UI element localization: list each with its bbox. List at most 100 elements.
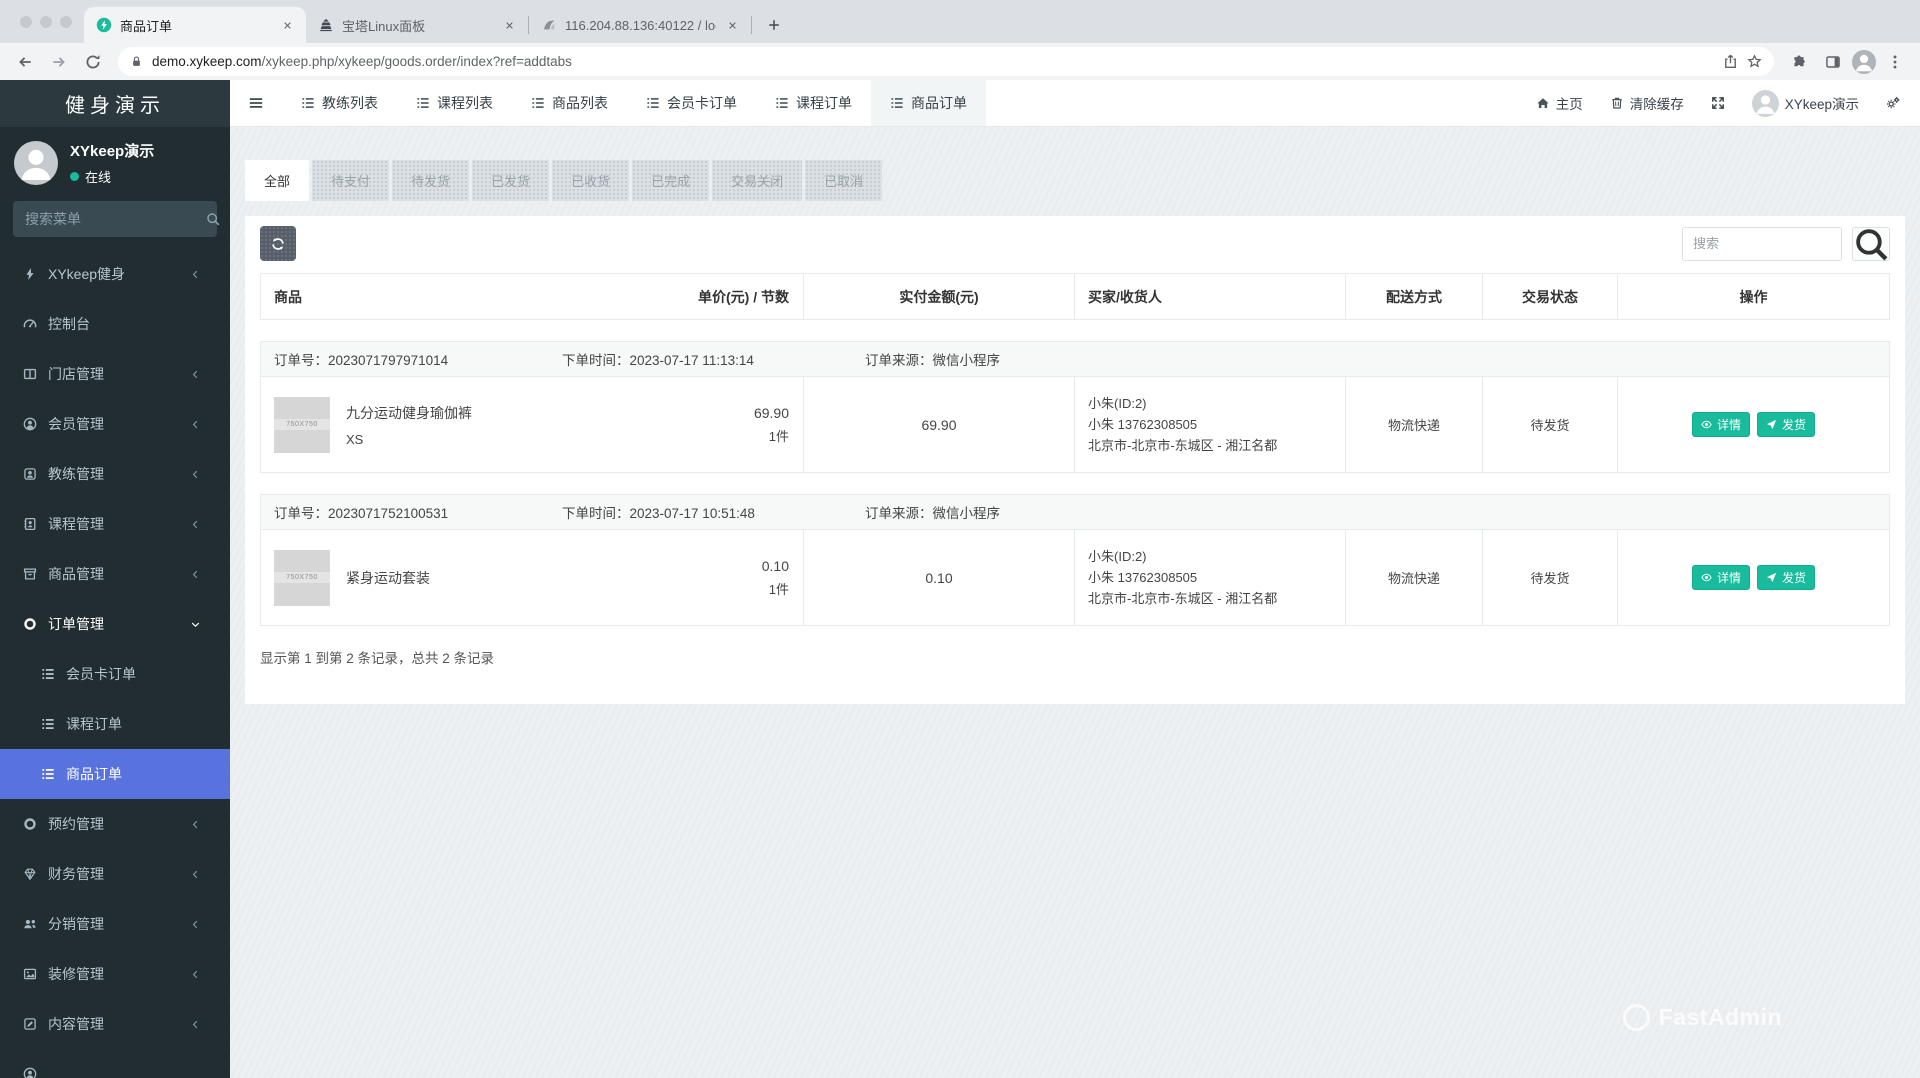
watermark-text: FastAdmin — [1659, 1004, 1782, 1031]
filter-tab-已收货[interactable]: 已收货 — [552, 160, 629, 201]
app-logo: 健身演示 — [0, 80, 230, 127]
buyer-cell: 小朱(ID:2)小朱 13762308505北京市-北京市-东城区 - 湘江名都 — [1074, 530, 1345, 625]
product-thumbnail: 750X750 — [274, 550, 330, 606]
sidebar-item-内容管理[interactable]: 内容管理 — [0, 999, 230, 1049]
list-icon — [40, 717, 55, 731]
sidebar-item-会员管理[interactable]: 会员管理 — [0, 399, 230, 449]
share-icon[interactable] — [1723, 54, 1738, 69]
ship-button[interactable]: 发货 — [1757, 565, 1815, 590]
browser-tab[interactable]: 116.204.88.136:40122 / localh — [529, 7, 751, 43]
browser-toolbar: demo.xykeep.com/xykeep.php/xykeep/goods.… — [0, 43, 1920, 80]
browser-tab[interactable]: 商品订单 — [84, 7, 306, 43]
ship-button[interactable]: 发货 — [1757, 412, 1815, 437]
fullscreen-icon[interactable] — [1711, 96, 1725, 110]
filter-tab-待发货[interactable]: 待发货 — [392, 160, 469, 201]
sidebar-item-财务管理[interactable]: 财务管理 — [0, 849, 230, 899]
browser-menu-kebab-icon[interactable] — [1880, 47, 1910, 77]
sidebar-subitem-label: 会员卡订单 — [66, 664, 136, 684]
sidebar-subitem-会员卡订单[interactable]: 会员卡订单 — [0, 649, 230, 699]
image-icon — [22, 967, 37, 981]
nav-tab-课程订单[interactable]: 课程订单 — [756, 80, 871, 126]
sidebar-toggle-icon[interactable] — [230, 80, 282, 126]
chevron-left-icon — [188, 519, 203, 530]
sidebar-item-课程管理[interactable]: 课程管理 — [0, 499, 230, 549]
nav-tab-会员卡订单[interactable]: 会员卡订单 — [627, 80, 756, 126]
status-cell: 待发货 — [1482, 377, 1617, 472]
extensions-puzzle-icon[interactable] — [1784, 47, 1814, 77]
send-icon — [1766, 572, 1777, 583]
sidebar-item-装修管理[interactable]: 装修管理 — [0, 949, 230, 999]
home-button[interactable]: 主页 — [1536, 93, 1583, 113]
sidebar-item-label: 课程管理 — [48, 514, 104, 534]
back-icon[interactable] — [10, 47, 40, 77]
order-source: 订单来源：微信小程序 — [865, 349, 1889, 369]
filter-tab-已完成[interactable]: 已完成 — [632, 160, 709, 201]
forward-icon[interactable] — [44, 47, 74, 77]
nav-tab-商品订单[interactable]: 商品订单 — [871, 80, 986, 126]
side-panel-icon[interactable] — [1818, 47, 1848, 77]
sidebar-subitem-课程订单[interactable]: 课程订单 — [0, 699, 230, 749]
sidebar-item-商品管理[interactable]: 商品管理 — [0, 549, 230, 599]
maximize-window-icon[interactable] — [60, 16, 72, 28]
sidebar-item-控制台[interactable]: 控制台 — [0, 299, 230, 349]
col-price: 单价(元) / 节数 — [698, 287, 789, 307]
sidebar-item-门店管理[interactable]: 门店管理 — [0, 349, 230, 399]
browser-tab[interactable]: 宝塔Linux面板 — [306, 7, 528, 43]
col-product: 商品 — [274, 287, 302, 307]
unit-price: 0.10 — [762, 558, 789, 574]
close-tab-icon[interactable] — [501, 17, 518, 34]
detail-button[interactable]: 详情 — [1692, 565, 1750, 590]
sidebar-item-XYkeep健身[interactable]: XYkeep健身 — [0, 249, 230, 299]
chevron-left-icon — [188, 819, 203, 830]
nav-tab-课程列表[interactable]: 课程列表 — [397, 80, 512, 126]
bookmark-star-icon[interactable] — [1747, 54, 1762, 69]
nav-tab-label: 商品列表 — [552, 93, 608, 113]
order-item-row: 750X750九分运动健身瑜伽裤XS69.901件69.90小朱(ID:2)小朱… — [261, 377, 1889, 472]
filter-tab-待支付[interactable]: 待支付 — [312, 160, 389, 201]
settings-cogs-icon[interactable] — [1886, 96, 1900, 110]
xykeep-favicon-icon — [96, 17, 112, 33]
filter-tab-已取消[interactable]: 已取消 — [805, 160, 882, 201]
close-tab-icon[interactable] — [279, 17, 296, 34]
refresh-button[interactable] — [260, 226, 296, 261]
sidebar-item-订单管理[interactable]: 订单管理 — [0, 599, 230, 649]
nav-tab-教练列表[interactable]: 教练列表 — [282, 80, 397, 126]
nav-tab-商品列表[interactable]: 商品列表 — [512, 80, 627, 126]
archive-icon — [22, 567, 37, 581]
quantity: 1件 — [762, 579, 789, 598]
sidebar-subitem-商品订单[interactable]: 商品订单 — [0, 749, 230, 799]
close-tab-icon[interactable] — [724, 17, 741, 34]
nav-tab-label: 商品订单 — [911, 93, 967, 113]
send-icon — [1766, 419, 1777, 430]
lock-icon — [130, 55, 143, 68]
clear-cache-button[interactable]: 清除缓存 — [1610, 93, 1684, 113]
address-bar[interactable]: demo.xykeep.com/xykeep.php/xykeep/goods.… — [118, 47, 1774, 76]
sidebar-item-label: 订单管理 — [48, 614, 104, 634]
filter-tab-已发货[interactable]: 已发货 — [472, 160, 549, 201]
detail-button[interactable]: 详情 — [1692, 412, 1750, 437]
col-buyer: 买家/收货人 — [1074, 274, 1345, 319]
table-search-button[interactable] — [1852, 227, 1890, 261]
filter-tab-全部[interactable]: 全部 — [245, 160, 309, 201]
minimize-window-icon[interactable] — [40, 16, 52, 28]
buyer-cell: 小朱(ID:2)小朱 13762308505北京市-北京市-东城区 - 湘江名都 — [1074, 377, 1345, 472]
sidebar-item-教练管理[interactable]: 教练管理 — [0, 449, 230, 499]
nav-tab-label: 会员卡订单 — [667, 93, 737, 113]
order-no: 订单号：2023071752100531 — [274, 502, 562, 522]
table-search-input[interactable] — [1682, 227, 1842, 261]
order-time: 下单时间：2023-07-17 10:51:48 — [562, 502, 865, 522]
reload-icon[interactable] — [78, 47, 108, 77]
sidebar-search-input[interactable] — [25, 211, 206, 227]
sidebar-item-预约管理[interactable]: 预约管理 — [0, 799, 230, 849]
product-name: 九分运动健身瑜伽裤 — [346, 403, 472, 423]
sidebar-item-分销管理[interactable]: 分销管理 — [0, 899, 230, 949]
chevron-left-icon — [188, 969, 203, 980]
filter-tab-交易关闭[interactable]: 交易关闭 — [712, 160, 802, 201]
gauge-icon — [22, 317, 37, 331]
sidebar-item[interactable] — [0, 1049, 230, 1078]
header-user-menu[interactable]: XYkeep演示 — [1752, 90, 1859, 117]
close-window-icon[interactable] — [20, 16, 32, 28]
order-meta-row: 订单号：2023071797971014下单时间：2023-07-17 11:1… — [261, 342, 1889, 377]
new-tab-button[interactable] — [760, 11, 788, 39]
browser-profile-avatar[interactable] — [1852, 50, 1876, 74]
